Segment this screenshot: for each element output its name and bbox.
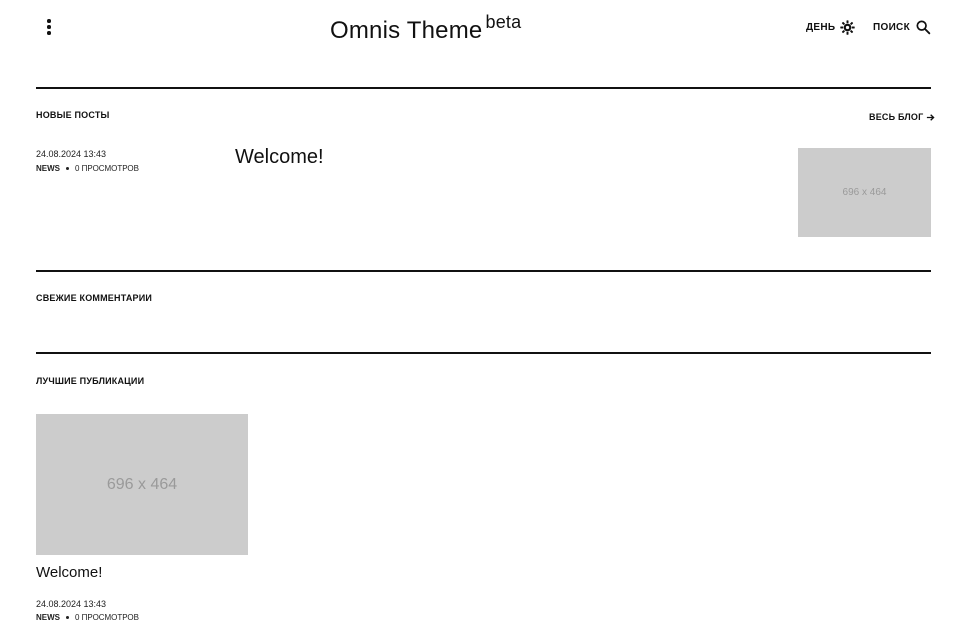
day-mode-toggle[interactable]: День <box>806 17 856 37</box>
publication-date: 24.08.2024 13:43 <box>36 599 107 609</box>
fresh-comments-heading: Свежие комментарии <box>36 293 153 303</box>
search-icon <box>916 20 931 35</box>
publication-views: 0 просмотров <box>75 613 139 622</box>
publication-title[interactable]: Welcome! <box>36 564 102 581</box>
meta-separator <box>66 167 69 170</box>
post-date: 24.08.2024 13:43 <box>36 149 107 159</box>
publication-meta: News 0 просмотров <box>36 613 139 622</box>
post-category[interactable]: News <box>36 164 60 173</box>
search-label: Поиск <box>873 21 910 33</box>
post-views: 0 просмотров <box>75 164 139 173</box>
divider <box>36 87 931 89</box>
day-mode-label: День <box>806 21 836 33</box>
post-meta: News 0 просмотров <box>36 164 139 173</box>
more-vertical-icon[interactable] <box>40 16 58 38</box>
post-title[interactable]: Welcome! <box>235 146 324 169</box>
site-header: Omnis Theme beta День Поиск <box>0 0 966 56</box>
divider <box>36 270 931 272</box>
divider <box>36 352 931 354</box>
thumbnail-placeholder-text: 696 x 464 <box>842 187 887 198</box>
site-title-badge: beta <box>485 12 522 32</box>
search-button[interactable]: Поиск <box>873 17 931 37</box>
sun-icon <box>840 19 856 35</box>
thumbnail-placeholder-text: 696 x 464 <box>106 475 178 493</box>
page: Omnis Theme beta День Поиск <box>0 0 966 644</box>
best-publications-heading: Лучшие публикации <box>36 376 145 386</box>
all-blog-link[interactable]: Весь блог <box>869 112 935 122</box>
site-title[interactable]: Omnis Theme beta <box>330 12 521 45</box>
post-thumbnail[interactable]: 696 x 464 <box>798 148 931 237</box>
meta-separator <box>66 616 69 619</box>
new-posts-heading: Новые посты <box>36 110 110 120</box>
site-title-text: Omnis Theme <box>330 17 483 44</box>
all-blog-label: Весь блог <box>869 112 924 122</box>
arrow-right-icon <box>927 113 935 121</box>
publication-thumbnail[interactable]: 696 x 464 <box>36 414 248 555</box>
publication-category[interactable]: News <box>36 613 60 622</box>
